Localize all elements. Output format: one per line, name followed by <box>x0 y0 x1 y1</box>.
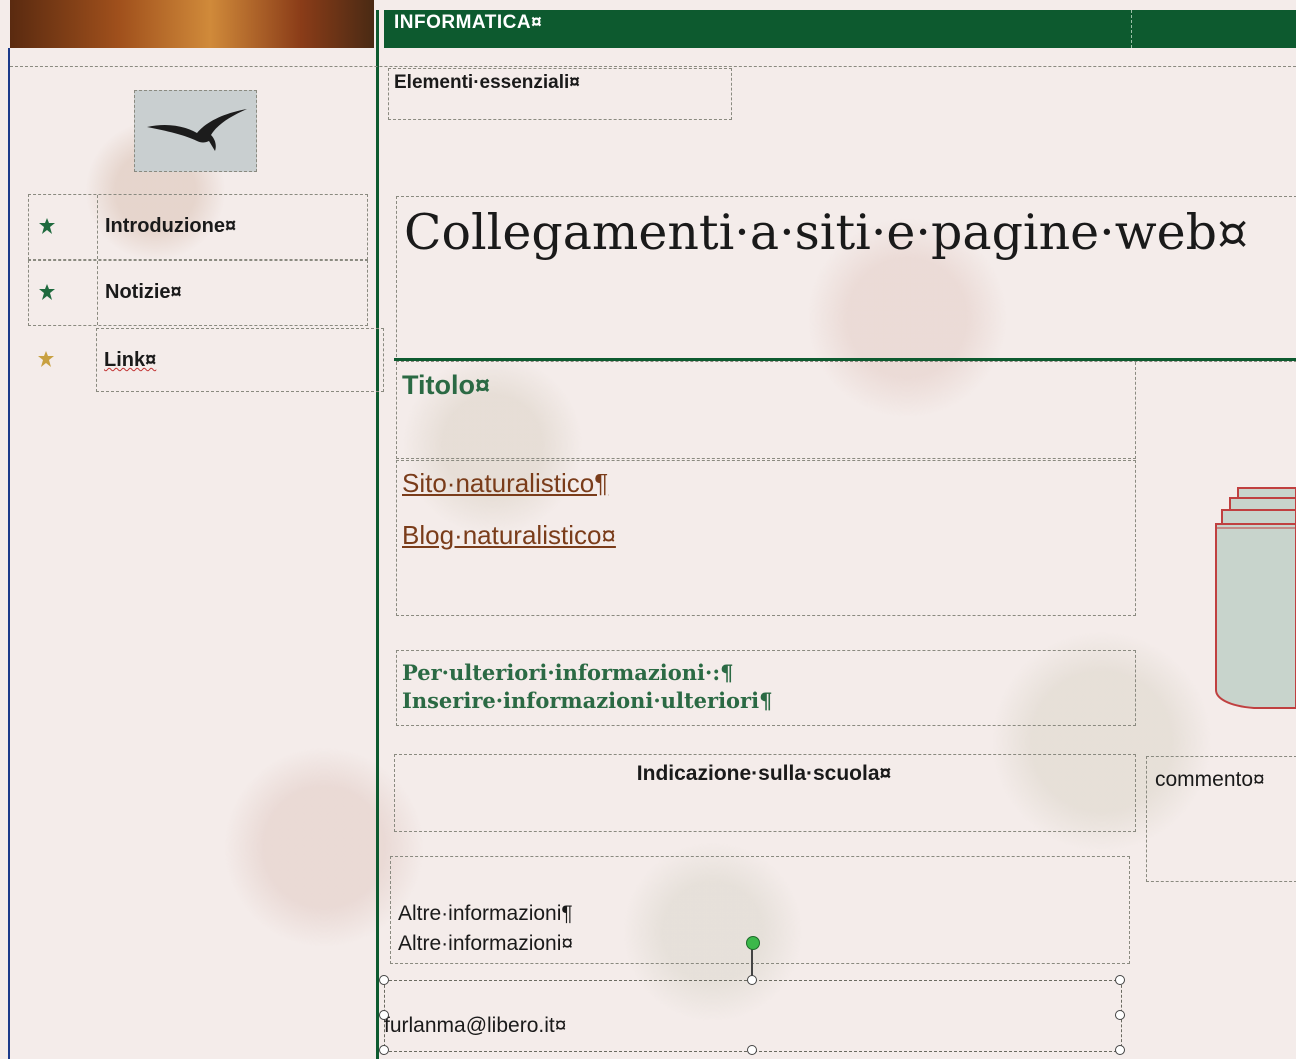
rotation-stem <box>751 946 753 976</box>
top-guide-line <box>10 66 1296 67</box>
sidebar-item-link[interactable]: Link¤ <box>28 328 384 392</box>
resize-handle[interactable] <box>379 975 389 985</box>
info-line: Per·ulteriori·informazioni·:¶ <box>402 660 734 685</box>
header-photo <box>10 0 374 48</box>
stack-shape[interactable] <box>1214 484 1296 710</box>
bird-icon <box>147 109 247 151</box>
rotation-handle[interactable] <box>746 936 760 950</box>
bird-logo[interactable] <box>134 90 257 172</box>
title-rule <box>394 358 1296 361</box>
column-divider <box>376 10 379 1059</box>
sidebar-item-label: Notizie¤ <box>105 281 182 303</box>
comment-text: commento¤ <box>1155 768 1265 791</box>
resize-handle[interactable] <box>1115 1045 1125 1055</box>
titolo-box[interactable] <box>396 362 1136 459</box>
bullet-icon <box>39 284 55 300</box>
left-border <box>8 48 10 1059</box>
page-title: Collegamenti·a·siti·e·pagine·web¤ <box>404 204 1249 261</box>
sidebar-item-label: Link¤ <box>104 349 157 371</box>
sidebar-item-notizie[interactable]: Notizie¤ <box>28 260 368 326</box>
bullet-icon <box>38 351 54 367</box>
more-info-line: Altre·informazioni¤ <box>398 932 574 955</box>
resize-handle[interactable] <box>747 1045 757 1055</box>
resize-handle[interactable] <box>747 975 757 985</box>
bullet-icon <box>39 218 55 234</box>
school-text: Indicazione·sulla·scuola¤ <box>636 762 892 785</box>
sidebar-item-label: Introduzione¤ <box>105 215 237 237</box>
more-info-line: Altre·informazioni¶ <box>398 902 573 925</box>
info-line: Inserire·informazioni·ulteriori¶ <box>402 688 773 713</box>
resize-handle[interactable] <box>379 1045 389 1055</box>
link-sito-naturalistico[interactable]: Sito·naturalistico¶ <box>402 468 608 499</box>
section-label: Elementi·essenziali¤ <box>394 72 580 93</box>
resize-handle[interactable] <box>379 1010 389 1020</box>
email-text: furlanma@libero.it¤ <box>384 1014 567 1037</box>
link-blog-naturalistico[interactable]: Blog·naturalistico¤ <box>402 520 616 551</box>
sidebar-item-introduzione[interactable]: Introduzione¤ <box>28 194 368 260</box>
site-title[interactable]: INFORMATICA¤ <box>394 12 542 34</box>
titolo-heading: Titolo¤ <box>402 370 491 400</box>
header-separator <box>1131 10 1132 48</box>
resize-handle[interactable] <box>1115 1010 1125 1020</box>
resize-handle[interactable] <box>1115 975 1125 985</box>
